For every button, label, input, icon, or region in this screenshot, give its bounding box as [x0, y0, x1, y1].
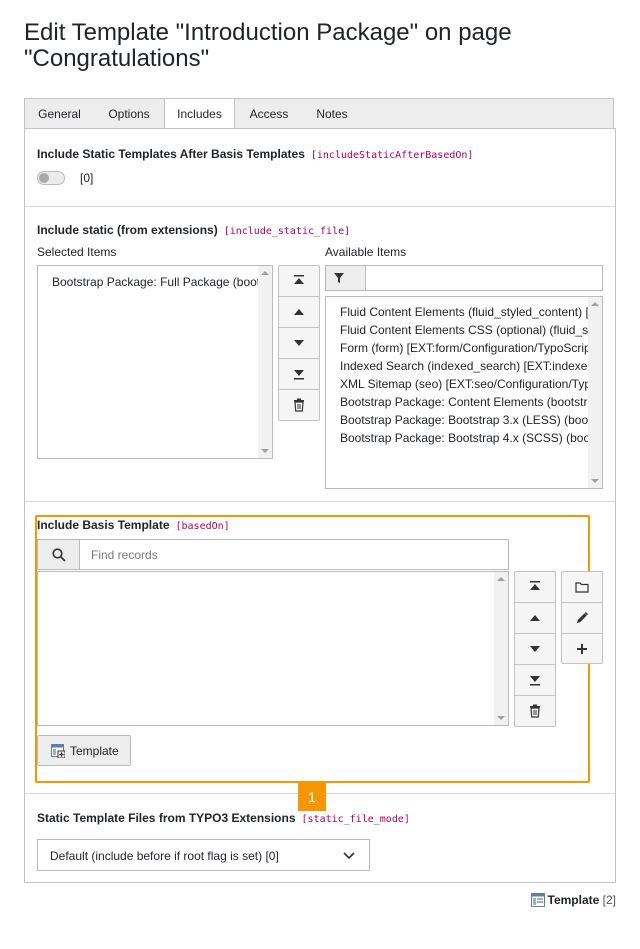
selected-items-controls [278, 265, 320, 421]
field-name: [includeStaticAfterBasedOn] [310, 150, 474, 161]
filter-icon [334, 273, 344, 283]
scrollbar[interactable] [588, 297, 602, 488]
annotation-badge: 1 [298, 783, 326, 811]
trash-icon [530, 704, 540, 718]
plus-icon [577, 644, 587, 654]
move-down-button[interactable] [515, 634, 555, 665]
folder-icon [575, 582, 589, 593]
move-bottom-button[interactable] [279, 359, 319, 390]
edit-record-button[interactable] [562, 603, 602, 634]
basis-template-list[interactable] [37, 571, 509, 726]
basis-template-controls [514, 571, 556, 727]
list-item[interactable]: XML Sitemap (seo) [EXT:seo/Configuration… [340, 377, 602, 391]
move-top-button[interactable] [515, 572, 555, 603]
find-records-search[interactable]: Find records [37, 539, 509, 570]
move-bottom-button[interactable] [515, 665, 555, 696]
include-static-label: Include static (from extensions) [include… [37, 223, 351, 237]
available-items-list[interactable]: Fluid Content Elements (fluid_styled_con… [325, 296, 603, 489]
list-item[interactable]: Indexed Search (indexed_search) [EXT:ind… [340, 359, 602, 373]
move-down-button[interactable] [279, 328, 319, 359]
move-bottom-icon [530, 676, 540, 686]
move-down-icon [294, 340, 304, 346]
remove-button[interactable] [515, 696, 555, 727]
tab-bar: General Options Includes Access Notes [24, 98, 614, 129]
move-up-button[interactable] [279, 297, 319, 328]
scrollbar[interactable] [258, 266, 272, 458]
move-down-icon [530, 646, 540, 652]
tab-access[interactable]: Access [235, 99, 303, 129]
divider [25, 501, 615, 502]
select-value: Default (include before if root flag is … [50, 849, 279, 863]
selected-items-list[interactable]: Bootstrap Package: Full Package (bootstr… [37, 265, 273, 459]
filter-addon [326, 266, 366, 290]
move-up-icon [294, 309, 304, 315]
search-placeholder: Find records [91, 548, 158, 562]
tab-notes[interactable]: Notes [303, 99, 361, 129]
toggle-value: [0] [80, 171, 94, 185]
selected-items-label: Selected Items [37, 245, 117, 259]
list-item[interactable]: Fluid Content Elements (fluid_styled_con… [340, 305, 602, 319]
pencil-icon [577, 611, 589, 623]
template-icon [51, 744, 65, 758]
field-name: [include_static_file] [223, 226, 351, 237]
static-file-mode-select[interactable]: Default (include before if root flag is … [37, 839, 370, 871]
scrollbar[interactable] [494, 572, 508, 725]
move-up-button[interactable] [515, 603, 555, 634]
toggle-knob [39, 173, 49, 183]
tab-includes[interactable]: Includes [164, 98, 235, 129]
include-static-after-toggle[interactable] [37, 171, 65, 185]
field-name: [basedOn] [175, 521, 230, 532]
available-items-label: Available Items [325, 245, 407, 259]
tab-options[interactable]: Options [94, 99, 164, 129]
list-item[interactable]: Fluid Content Elements CSS (optional) (f… [340, 323, 602, 337]
template-icon [530, 893, 545, 907]
list-item[interactable]: Bootstrap Package: Bootstrap 3.x (LESS) … [340, 413, 602, 427]
move-top-icon [294, 275, 304, 284]
basis-template-label: Include Basis Template [basedOn] [37, 518, 230, 532]
list-item[interactable]: Bootstrap Package: Full Package (bootstr… [52, 275, 272, 289]
search-addon [38, 540, 80, 569]
trash-icon [294, 398, 304, 412]
add-record-button[interactable] [562, 634, 602, 665]
search-icon [52, 548, 66, 562]
move-up-icon [530, 615, 540, 621]
record-actions [561, 571, 603, 664]
page-title: Edit Template "Introduction Package" on … [24, 19, 512, 72]
browse-records-button[interactable] [562, 572, 602, 603]
remove-button[interactable] [279, 390, 319, 421]
available-items-filter[interactable] [325, 265, 603, 291]
include-static-after-label: Include Static Templates After Basis Tem… [37, 147, 474, 161]
tab-general[interactable]: General [25, 99, 94, 129]
add-template-label: Template [70, 744, 119, 758]
add-template-button[interactable]: Template [37, 735, 131, 766]
list-item[interactable]: Form (form) [EXT:form/Configuration/Typo… [340, 341, 601, 355]
static-file-mode-label: Static Template Files from TYPO3 Extensi… [37, 811, 410, 825]
list-item[interactable]: Bootstrap Package: Content Elements (boo… [340, 395, 602, 409]
record-id: [2] [602, 893, 616, 907]
field-name: [static_file_mode] [301, 814, 410, 825]
chevron-down-icon [343, 852, 355, 860]
record-type[interactable]: Template [548, 893, 600, 907]
move-bottom-icon [294, 370, 304, 380]
divider [25, 206, 615, 207]
move-top-button[interactable] [279, 266, 319, 297]
list-item[interactable]: Bootstrap Package: Bootstrap 4.x (SCSS) … [340, 431, 602, 445]
record-info: Template [2] [530, 893, 616, 907]
move-top-icon [530, 581, 540, 590]
